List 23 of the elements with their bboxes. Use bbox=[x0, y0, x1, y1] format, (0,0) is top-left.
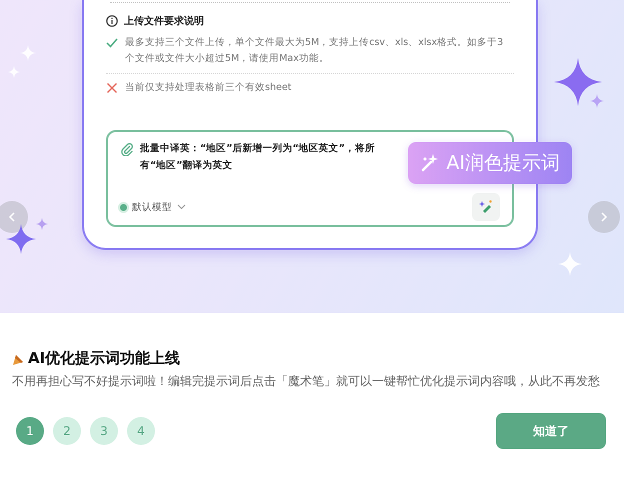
feature-description: 不用再担心写不好提示词啦！编辑完提示词后点击「魔术笔」就可以一键帮忙优化提示词内容哦，从此不再发愁 bbox=[12, 373, 601, 390]
status-dot-icon bbox=[120, 204, 127, 210]
page-button[interactable]: 3 bbox=[90, 417, 118, 445]
requirement-text: 当前仅支持处理表格前三个有效sheet bbox=[125, 81, 292, 95]
confirm-button[interactable]: 知道了 bbox=[496, 413, 606, 449]
notice-title: 上传文件要求说明 bbox=[124, 14, 204, 28]
check-icon bbox=[106, 37, 118, 49]
page-button[interactable]: 1 bbox=[16, 417, 44, 445]
chevron-down-icon bbox=[177, 204, 186, 210]
chevron-left-icon bbox=[8, 212, 16, 222]
tooltip-text: AI润色提示词 bbox=[446, 151, 560, 176]
paperclip-icon bbox=[120, 142, 134, 156]
magic-wand-button[interactable] bbox=[472, 193, 500, 221]
requirement-text: 最多支持三个文件上传，单个文件最大为5M，支持上传csv、xls、xlsx格式。如多于3个文件或文件大小超过5M，请使用Max功能。 bbox=[125, 36, 504, 66]
chevron-right-icon bbox=[600, 212, 608, 222]
feature-title: AI优化提示词功能上线 bbox=[28, 349, 180, 368]
info-icon bbox=[106, 15, 118, 27]
prompt-text: 批量中译英：“地区”后新增一列为“地区英文”，将所有“地区”翻译为英文 bbox=[140, 142, 376, 173]
page-button[interactable]: 4 bbox=[127, 417, 155, 445]
cross-icon bbox=[106, 82, 118, 94]
page-button[interactable]: 2 bbox=[53, 417, 81, 445]
sparkle-icon bbox=[558, 252, 582, 276]
model-dropdown[interactable]: 默认模型 bbox=[120, 200, 186, 214]
